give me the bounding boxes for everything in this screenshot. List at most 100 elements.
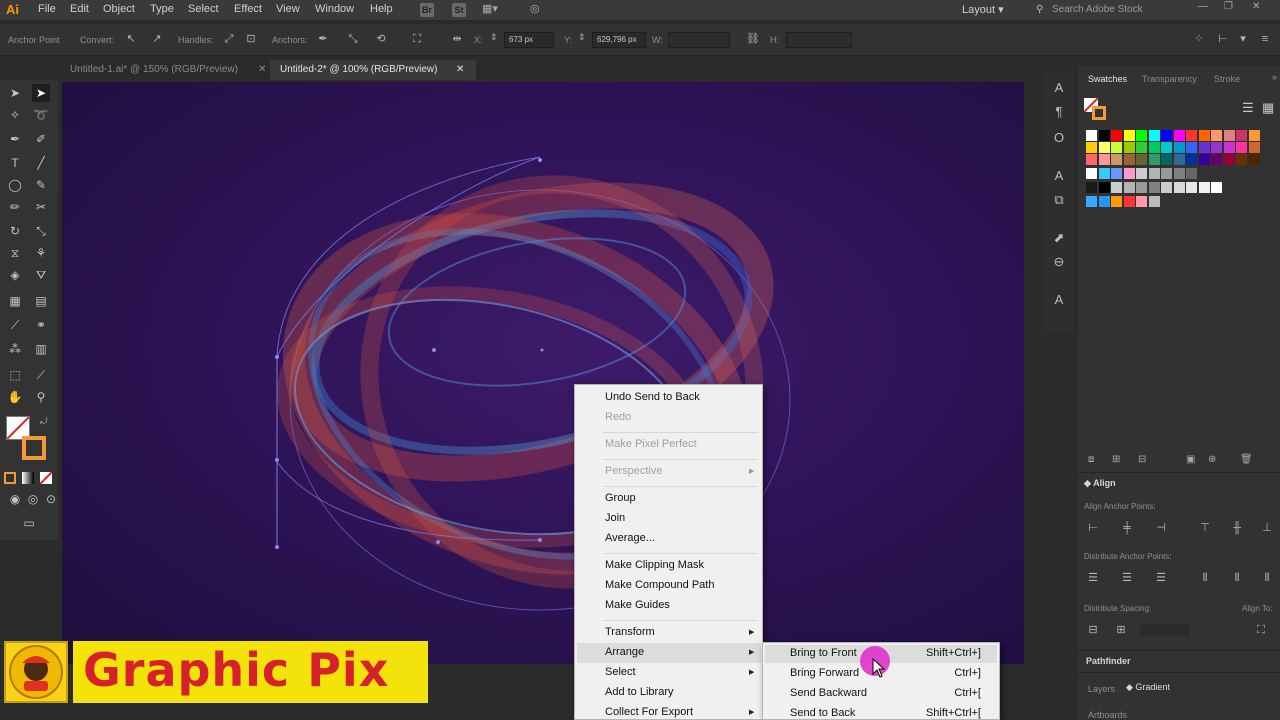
align-center-v-icon[interactable]: ╫ xyxy=(1230,522,1244,534)
menu-average[interactable]: Average... xyxy=(605,532,655,544)
blend-tool-icon[interactable]: ⚭ xyxy=(32,316,50,334)
swatch[interactable] xyxy=(1086,142,1097,153)
menu-send-backward[interactable]: Send Backward xyxy=(790,687,867,699)
lasso-tool-icon[interactable]: ➰ xyxy=(32,106,50,124)
vertical-distribute-space-icon[interactable]: ⊟ xyxy=(1086,624,1100,636)
swatch-options-icon[interactable]: ⊟ xyxy=(1138,454,1146,465)
direct-selection-tool-icon[interactable]: ➤ xyxy=(32,84,50,102)
cut-path-icon[interactable]: ⟲ xyxy=(374,32,388,46)
search-adobe-stock-input[interactable]: ⚲ Search Adobe Stock xyxy=(1034,2,1184,18)
swatch[interactable] xyxy=(1111,196,1122,207)
isolate-icon[interactable]: ⛶ xyxy=(410,32,424,46)
none-mode-icon[interactable] xyxy=(39,471,53,485)
swatch[interactable] xyxy=(1198,142,1210,153)
swatch[interactable] xyxy=(1098,142,1110,153)
gpu-performance-icon[interactable]: ◎ xyxy=(530,2,540,15)
swatch[interactable] xyxy=(1173,154,1185,165)
swatch[interactable] xyxy=(1111,154,1122,165)
swatch[interactable] xyxy=(1148,130,1160,141)
tab-untitled-1[interactable]: Untitled-1.ai* @ 150% (RGB/Preview) ✕ xyxy=(60,60,274,80)
menu-edit[interactable]: Edit xyxy=(70,3,89,15)
tab-swatches[interactable]: Swatches xyxy=(1088,74,1127,84)
swatch[interactable] xyxy=(1186,182,1197,193)
swatch[interactable] xyxy=(1136,196,1147,207)
transform-panel-icon[interactable]: ⊢ xyxy=(1216,32,1230,46)
gradient-tool-icon[interactable]: ▤ xyxy=(32,292,50,310)
menu-join[interactable]: Join xyxy=(605,512,625,524)
selection-tool-icon[interactable]: ➤ xyxy=(6,84,24,102)
swatch[interactable] xyxy=(1123,168,1135,179)
swatch[interactable] xyxy=(1173,182,1185,193)
swatch[interactable] xyxy=(1123,130,1135,141)
convert-corner-icon[interactable]: ↖ xyxy=(124,32,138,46)
swatch[interactable] xyxy=(1098,130,1110,141)
character-styles-icon[interactable]: A xyxy=(1051,168,1067,184)
swatch[interactable] xyxy=(1198,182,1210,193)
paintbrush-tool-icon[interactable]: ✎ xyxy=(32,176,50,194)
swatch[interactable] xyxy=(1211,182,1222,193)
align-bottom-icon[interactable]: ⊥ xyxy=(1260,522,1274,534)
tab-gradient[interactable]: ◆ Gradient xyxy=(1126,682,1170,693)
minimize-icon[interactable]: — xyxy=(1198,1,1208,12)
eyedropper-tool-icon[interactable]: ⟋ xyxy=(6,316,24,334)
draw-inside-icon[interactable]: ⊙ xyxy=(42,490,60,508)
menu-send-to-back[interactable]: Send to Back xyxy=(790,707,855,719)
swatch[interactable] xyxy=(1148,142,1160,153)
menu-view[interactable]: View xyxy=(276,3,300,15)
restore-icon[interactable]: ❐ xyxy=(1224,1,1233,12)
perspective-grid-tool-icon[interactable]: ⛛ xyxy=(32,266,50,284)
pen-tool-icon[interactable]: ✒ xyxy=(6,130,24,148)
distribute-left-icon[interactable]: ⫴ xyxy=(1198,572,1212,584)
menu-window[interactable]: Window xyxy=(315,3,354,15)
distribute-right-icon[interactable]: ⫴ xyxy=(1260,572,1274,584)
menu-collect-for-export[interactable]: Collect For Export xyxy=(605,706,693,718)
menu-make-guides[interactable]: Make Guides xyxy=(605,599,670,611)
swatch[interactable] xyxy=(1161,130,1172,141)
convert-smooth-icon[interactable]: ↗ xyxy=(150,32,164,46)
swatch[interactable] xyxy=(1186,142,1197,153)
swatch[interactable] xyxy=(1098,154,1110,165)
swatch[interactable] xyxy=(1098,168,1110,179)
distribute-center-v-icon[interactable]: ☰ xyxy=(1120,572,1134,584)
curvature-tool-icon[interactable]: ✐ xyxy=(32,130,50,148)
swatch[interactable] xyxy=(1086,182,1097,193)
swatch-kinds-icon[interactable]: ⊞ xyxy=(1112,454,1120,465)
distribute-bottom-icon[interactable]: ☰ xyxy=(1154,572,1168,584)
draw-behind-icon[interactable]: ◎ xyxy=(24,490,42,508)
swatch[interactable] xyxy=(1186,154,1197,165)
swatch-fill-stroke-preview[interactable] xyxy=(1083,97,1106,120)
close-icon[interactable]: ✕ xyxy=(1252,1,1260,12)
menu-help[interactable]: Help xyxy=(370,3,393,15)
warp-tool-icon[interactable]: ⚘ xyxy=(32,244,50,262)
color-mode-icon[interactable] xyxy=(4,472,16,484)
align-icon[interactable]: ⇹ xyxy=(450,32,464,46)
swatch[interactable] xyxy=(1136,142,1147,153)
links-panel-icon[interactable]: ⊖ xyxy=(1051,254,1067,270)
swatch[interactable] xyxy=(1148,182,1160,193)
swatch[interactable] xyxy=(1136,154,1147,165)
pathfinder-title[interactable]: Pathfinder xyxy=(1086,656,1131,666)
artboard-tool-icon[interactable]: ⬚ xyxy=(6,366,24,384)
menu-file[interactable]: File xyxy=(38,3,56,15)
new-color-group-icon[interactable]: ▣ xyxy=(1186,454,1195,465)
swatch[interactable] xyxy=(1211,142,1222,153)
magic-wand-tool-icon[interactable]: ✧ xyxy=(6,106,24,124)
tab-untitled-2[interactable]: Untitled-2* @ 100% (RGB/Preview) ✕ xyxy=(270,60,476,80)
swatch[interactable] xyxy=(1223,142,1235,153)
swatch[interactable] xyxy=(1136,130,1147,141)
swatch[interactable] xyxy=(1123,196,1135,207)
workspace-switcher[interactable]: Layout ▾ xyxy=(962,3,1004,16)
close-tab-icon[interactable]: ✕ xyxy=(258,60,266,80)
menu-select[interactable]: Select xyxy=(605,666,636,678)
ellipse-tool-icon[interactable]: ◯ xyxy=(6,176,24,194)
swatch[interactable] xyxy=(1161,182,1172,193)
menu-select[interactable]: Select xyxy=(188,3,219,15)
tab-stroke[interactable]: Stroke xyxy=(1214,74,1240,84)
swatch[interactable] xyxy=(1248,142,1260,153)
width-tool-icon[interactable]: ⧖ xyxy=(6,244,24,262)
swatch[interactable] xyxy=(1111,182,1122,193)
align-panel-title[interactable]: ◆ Align xyxy=(1084,478,1116,489)
menu-bring-to-front[interactable]: Bring to Front xyxy=(790,647,857,659)
hand-tool-icon[interactable]: ✋ xyxy=(6,388,24,406)
shape-builder-tool-icon[interactable]: ◈ xyxy=(6,266,24,284)
